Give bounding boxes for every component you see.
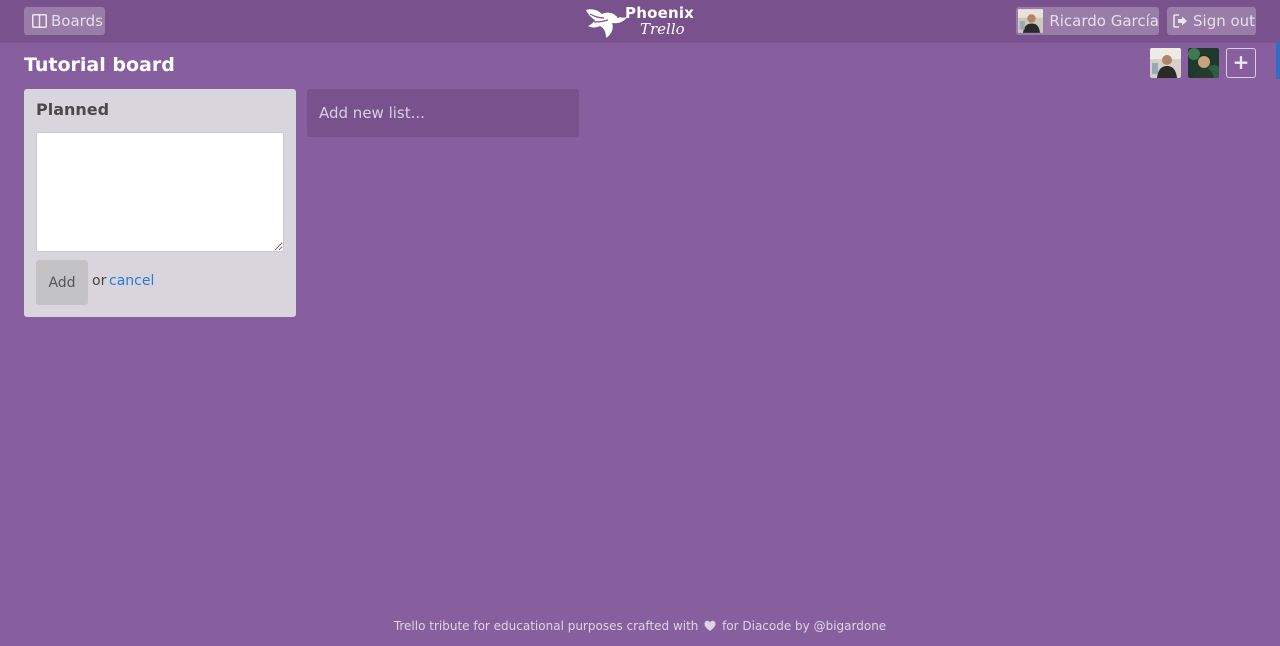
columns-icon <box>32 14 47 28</box>
heart-icon <box>704 620 716 631</box>
or-text: or <box>92 273 107 289</box>
add-member-button[interactable]: + <box>1226 48 1256 78</box>
footer-text-after: for Diacode by @bigardone <box>722 619 887 633</box>
member-avatar-2[interactable] <box>1188 48 1219 78</box>
cancel-link[interactable]: cancel <box>109 273 154 289</box>
phoenix-bird-icon <box>586 9 627 39</box>
board-title[interactable]: Tutorial board <box>24 54 175 76</box>
sign-out-label: Sign out <box>1193 12 1256 30</box>
boards-button[interactable]: Boards <box>24 7 105 35</box>
add-card-button[interactable]: Add <box>36 260 88 305</box>
logo-secondary-text: Trello <box>640 20 685 38</box>
scroll-edge-indicator <box>1276 42 1280 79</box>
footer: Trello tribute for educational purposes … <box>0 619 1280 633</box>
list-planned: Planned Add or cancel <box>24 89 296 317</box>
member-avatar-image <box>1188 48 1219 78</box>
user-avatar <box>1018 9 1044 33</box>
add-new-list-button[interactable]: Add new list... <box>307 89 579 137</box>
user-name: Ricardo García <box>1049 12 1159 30</box>
member-avatar-1[interactable] <box>1150 48 1181 78</box>
top-navbar: Boards Phoenix Trello Ricardo García Sig… <box>0 0 1280 42</box>
sign-out-button[interactable]: Sign out <box>1167 7 1256 35</box>
list-title[interactable]: Planned <box>36 100 109 119</box>
app-logo[interactable]: Phoenix Trello <box>584 2 694 40</box>
member-avatar-image <box>1150 48 1181 78</box>
footer-text-before: Trello tribute for educational purposes … <box>393 619 699 633</box>
sign-out-icon <box>1173 14 1187 28</box>
current-user-button[interactable]: Ricardo García <box>1016 7 1159 35</box>
new-card-textarea[interactable] <box>36 132 284 252</box>
boards-button-label: Boards <box>51 12 103 30</box>
